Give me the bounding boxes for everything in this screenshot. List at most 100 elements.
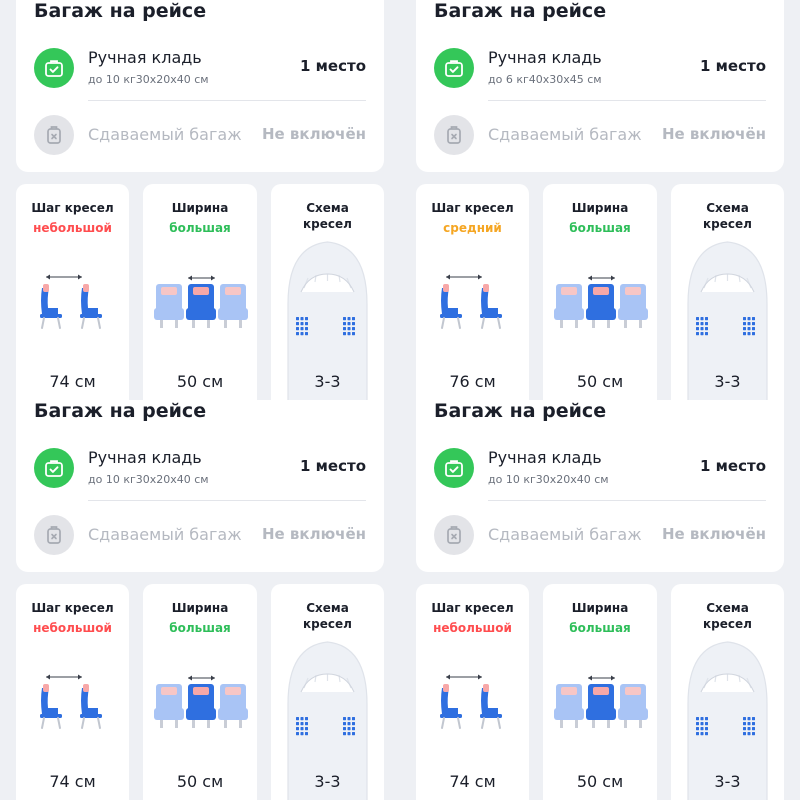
carry-on-value: 1 место	[300, 457, 366, 475]
suitcase-cross-icon	[434, 115, 474, 155]
carry-on-label: Ручная кладь	[88, 448, 202, 467]
seat-layout-title: Схема кресел	[671, 600, 784, 632]
suitcase-cross-icon	[434, 515, 474, 555]
carry-on-label: Ручная кладь	[488, 48, 602, 67]
suitcase-check-icon	[34, 48, 74, 88]
seat-width-card: Ширина большая 50 см	[143, 584, 257, 800]
seat-width-quality: большая	[169, 621, 231, 635]
carry-on-value: 1 место	[700, 57, 766, 75]
seat-width-title: Ширина	[171, 201, 229, 215]
seat-pitch-quality: небольшой	[33, 221, 112, 235]
flight-panel-2: Багаж на рейсе Ручная кладь до 6 кг40х30…	[400, 0, 800, 400]
seat-width-value: 50 см	[176, 772, 224, 791]
checked-baggage-row: Сдаваемый багаж Не включён	[34, 113, 366, 157]
carry-on-value: 1 место	[300, 57, 366, 75]
checked-baggage-label: Сдаваемый багаж	[488, 125, 642, 144]
seat-pitch-title: Шаг кресел	[31, 201, 114, 215]
seat-layout-title-line2: кресел	[303, 617, 352, 631]
seat-layout-title: Схема кресел	[671, 200, 784, 232]
carry-on-detail: до 6 кг40х30х45 см	[488, 73, 602, 86]
suitcase-check-icon	[434, 448, 474, 488]
seat-pitch-value: 76 см	[449, 372, 496, 391]
seat-layout-title-line2: кресел	[703, 617, 752, 631]
seat-layout-title: Схема кресел	[271, 600, 384, 632]
seat-layout-title-line1: Схема	[306, 201, 349, 215]
seat-width-title: Ширина	[571, 201, 629, 215]
carry-on-row: Ручная кладь до 10 кг30х20х40 см 1 место	[434, 448, 766, 500]
baggage-card: Багаж на рейсе Ручная кладь до 6 кг40х30…	[416, 0, 784, 172]
checked-baggage-label: Сдаваемый багаж	[488, 525, 642, 544]
seat-layout-value: 3-3	[714, 772, 741, 791]
seat-layout-value: 3-3	[314, 772, 341, 791]
flight-panel-1: Багаж на рейсе Ручная кладь до 10 кг30х2…	[0, 0, 400, 400]
seat-pitch-title: Шаг кресел	[31, 601, 114, 615]
seat-layout-card: Схема кресел 3-3	[671, 184, 784, 400]
checked-baggage-value: Не включён	[661, 125, 766, 143]
baggage-title: Багаж на рейсе	[434, 0, 607, 22]
seat-layout-card: Схема кресел 3-3	[671, 584, 784, 800]
checked-baggage-label: Сдаваемый багаж	[88, 525, 242, 544]
seat-width-card: Ширина большая 50 см	[543, 184, 657, 400]
seat-layout-title: Схема кресел	[271, 200, 384, 232]
suitcase-check-icon	[434, 48, 474, 88]
checked-baggage-row: Сдаваемый багаж Не включён	[34, 513, 366, 557]
seat-width-card: Ширина большая 50 см	[543, 584, 657, 800]
carry-on-row: Ручная кладь до 10 кг30х20х40 см 1 место	[34, 448, 366, 500]
divider	[488, 100, 766, 101]
divider	[488, 500, 766, 501]
seat-layout-title-line1: Схема	[706, 601, 749, 615]
carry-on-value: 1 место	[700, 457, 766, 475]
seat-width-quality: большая	[169, 221, 231, 235]
carry-on-detail: до 10 кг30х20х40 см	[88, 73, 209, 86]
seat-layout-card: Схема кресел 3-3	[271, 584, 384, 800]
seat-width-card: Ширина большая 50 см	[143, 184, 257, 400]
seat-layout-title-line2: кресел	[303, 217, 352, 231]
seat-width-quality: большая	[569, 221, 631, 235]
baggage-card: Багаж на рейсе Ручная кладь до 10 кг30х2…	[16, 400, 384, 572]
seat-pitch-value: 74 см	[49, 772, 96, 791]
suitcase-cross-icon	[34, 515, 74, 555]
checked-baggage-row: Сдаваемый багаж Не включён	[434, 513, 766, 557]
seat-width-quality: большая	[569, 621, 631, 635]
seat-layout-value: 3-3	[714, 372, 741, 391]
flight-panel-4: Багаж на рейсе Ручная кладь до 10 кг30х2…	[400, 400, 800, 800]
checked-baggage-value: Не включён	[261, 525, 366, 543]
divider	[88, 500, 366, 501]
seat-pitch-value: 74 см	[49, 372, 96, 391]
checked-baggage-label: Сдаваемый багаж	[88, 125, 242, 144]
carry-on-detail: до 10 кг30х20х40 см	[488, 473, 609, 486]
seat-layout-title-line2: кресел	[703, 217, 752, 231]
checked-baggage-value: Не включён	[261, 125, 366, 143]
flight-panel-3: Багаж на рейсе Ручная кладь до 10 кг30х2…	[0, 400, 400, 800]
seat-width-value: 50 см	[576, 372, 624, 391]
seat-layout-value: 3-3	[314, 372, 341, 391]
seat-layout-card: Схема кресел 3-3	[271, 184, 384, 400]
seat-pitch-quality: небольшой	[433, 621, 512, 635]
seat-pitch-quality: небольшой	[33, 621, 112, 635]
carry-on-row: Ручная кладь до 10 кг30х20х40 см 1 место	[34, 48, 366, 100]
carry-on-label: Ручная кладь	[488, 448, 602, 467]
carry-on-detail: до 10 кг30х20х40 см	[88, 473, 209, 486]
seat-pitch-title: Шаг кресел	[431, 601, 514, 615]
baggage-card: Багаж на рейсе Ручная кладь до 10 кг30х2…	[16, 0, 384, 172]
seat-pitch-card: Шаг кресел небольшой 74 см	[16, 184, 129, 400]
baggage-title: Багаж на рейсе	[34, 0, 207, 22]
carry-on-row: Ручная кладь до 6 кг40х30х45 см 1 место	[434, 48, 766, 100]
seat-width-title: Ширина	[571, 601, 629, 615]
checked-baggage-value: Не включён	[661, 525, 766, 543]
seat-width-title: Ширина	[171, 601, 229, 615]
seat-width-value: 50 см	[576, 772, 624, 791]
suitcase-cross-icon	[34, 115, 74, 155]
seat-width-value: 50 см	[176, 372, 224, 391]
baggage-card: Багаж на рейсе Ручная кладь до 10 кг30х2…	[416, 400, 784, 572]
divider	[88, 100, 366, 101]
seat-pitch-quality: средний	[443, 221, 502, 235]
baggage-title: Багаж на рейсе	[34, 400, 207, 422]
seat-pitch-card: Шаг кресел небольшой 74 см	[416, 584, 529, 800]
checked-baggage-row: Сдаваемый багаж Не включён	[434, 113, 766, 157]
seat-layout-title-line1: Схема	[306, 601, 349, 615]
seat-pitch-card: Шаг кресел небольшой 74 см	[16, 584, 129, 800]
seat-pitch-value: 74 см	[449, 772, 496, 791]
carry-on-label: Ручная кладь	[88, 48, 202, 67]
seat-pitch-card: Шаг кресел средний 76 см	[416, 184, 529, 400]
